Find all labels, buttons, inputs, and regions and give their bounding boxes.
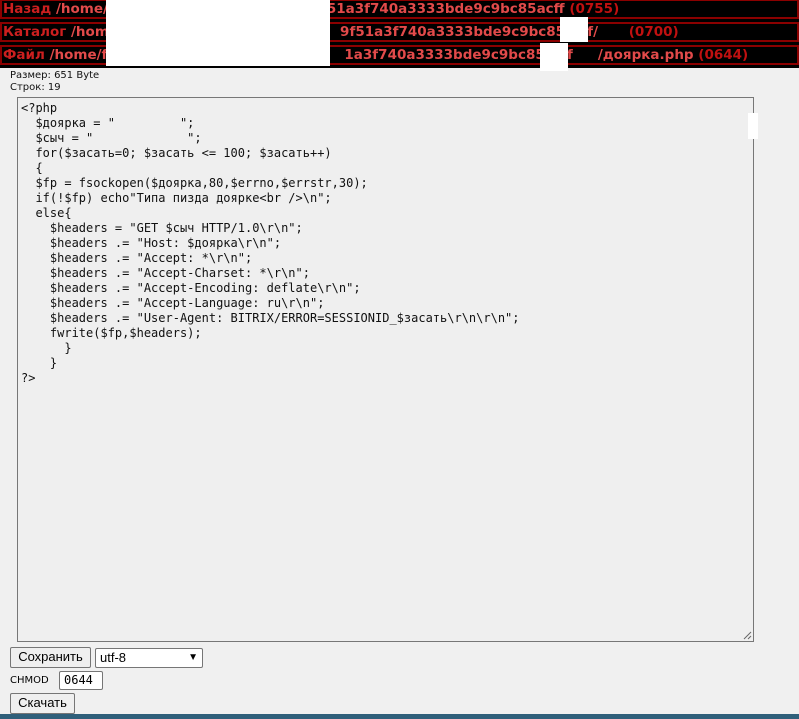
file-link[interactable]: Файл bbox=[3, 47, 45, 63]
download-button[interactable]: Скачать bbox=[10, 693, 75, 714]
file-path-tail[interactable]: 1a3f740a3333bde9c9bc85acff bbox=[344, 47, 572, 63]
catalog-link[interactable]: Каталог bbox=[3, 24, 66, 40]
encoding-value: utf-8 bbox=[100, 650, 127, 665]
back-path-tail[interactable]: 51a3f740a3333bde9c9bc85acff bbox=[327, 1, 565, 17]
redaction-block-2 bbox=[560, 17, 588, 42]
code-editor-textarea[interactable]: <?php $доярка = " "; $сыч = " "; for($за… bbox=[17, 97, 754, 642]
back-link[interactable]: Назад bbox=[3, 1, 51, 17]
back-permissions[interactable]: (0755) bbox=[569, 1, 619, 17]
file-permissions[interactable]: (0644) bbox=[698, 47, 748, 63]
redaction-block-1 bbox=[106, 0, 330, 66]
chmod-label: CHMOD bbox=[10, 675, 49, 686]
file-path[interactable]: /home/f bbox=[50, 47, 108, 63]
chevron-down-icon: ▼ bbox=[188, 652, 198, 663]
encoding-select[interactable]: utf-8 ▼ bbox=[95, 648, 203, 668]
save-button[interactable]: Сохранить bbox=[10, 647, 91, 668]
bottom-divider bbox=[0, 714, 799, 719]
file-name[interactable]: /доярка.php bbox=[598, 47, 694, 63]
redaction-block-3 bbox=[540, 43, 568, 71]
resize-handle-icon[interactable] bbox=[743, 631, 752, 640]
chmod-input[interactable]: 0644 bbox=[59, 671, 103, 690]
catalog-permissions[interactable]: (0700) bbox=[629, 24, 679, 40]
file-size: Размер: 651 Byte bbox=[10, 70, 100, 81]
redaction-block-4 bbox=[748, 113, 758, 139]
code-content[interactable]: <?php $доярка = " "; $сыч = " "; for($за… bbox=[21, 101, 753, 386]
line-count: Строк: 19 bbox=[10, 82, 61, 93]
